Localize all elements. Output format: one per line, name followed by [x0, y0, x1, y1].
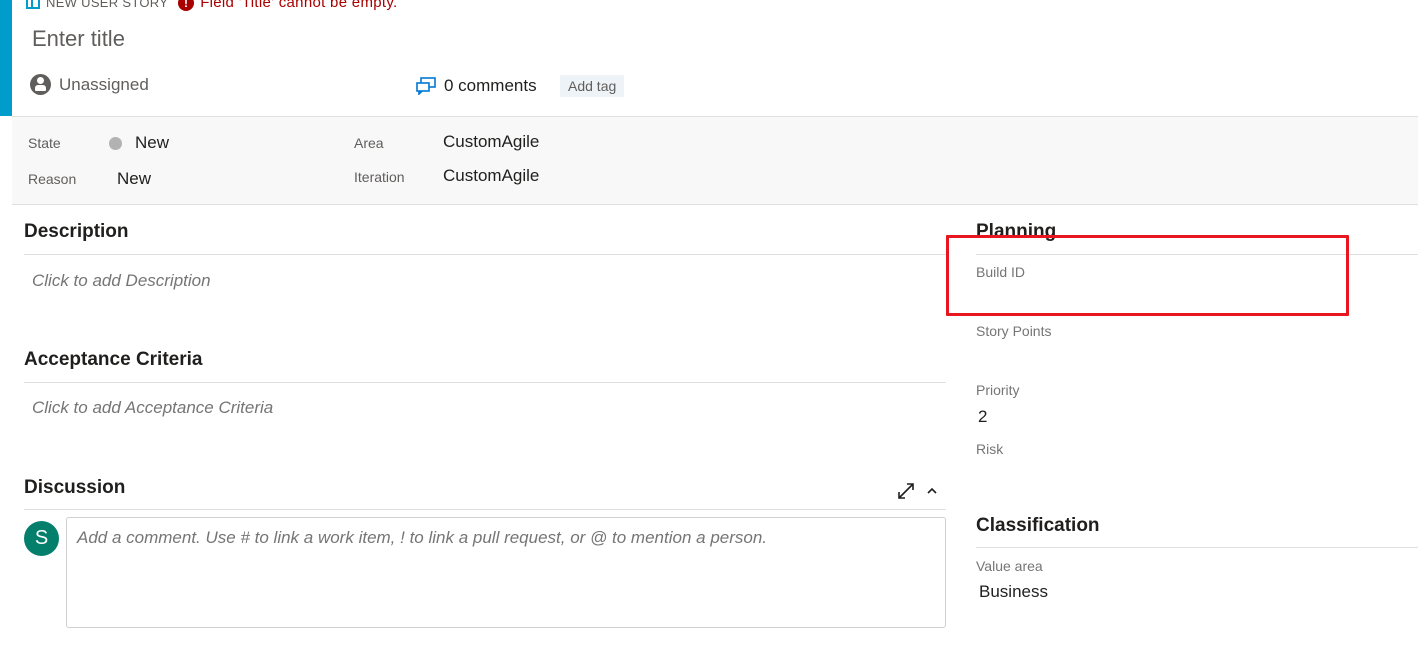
title-error-message: Field 'Title' cannot be empty.	[200, 0, 398, 11]
avatar: S	[24, 521, 59, 556]
description-editor[interactable]: Click to add Description	[32, 271, 211, 291]
area-picker[interactable]: CustomAgile	[443, 132, 539, 152]
iteration-picker[interactable]: CustomAgile	[443, 166, 539, 186]
classification-divider	[976, 547, 1418, 548]
comments-count: 0 comments	[444, 76, 537, 95]
state-dropdown[interactable]: New	[109, 133, 169, 153]
reason-label: Reason	[28, 171, 77, 187]
work-item-type-label: NEW USER STORY	[46, 0, 169, 10]
state-dot-icon	[109, 136, 122, 150]
chevron-up-icon[interactable]	[926, 486, 938, 496]
reason-dropdown[interactable]: New	[117, 169, 151, 189]
value-area-dropdown[interactable]: Business	[979, 582, 1048, 602]
assignee-label: Unassigned	[59, 74, 149, 94]
area-label: Area	[354, 135, 384, 151]
risk-dropdown[interactable]	[976, 462, 1336, 486]
comment-icon	[416, 77, 436, 95]
discussion-divider	[24, 509, 946, 510]
annotation-highlight-box	[946, 235, 1349, 316]
person-icon	[30, 74, 51, 95]
value-area-label: Value area	[976, 558, 1043, 574]
priority-dropdown[interactable]: 2	[978, 407, 987, 427]
state-value: New	[135, 133, 170, 152]
work-item-type-color-bar	[0, 0, 12, 116]
acceptance-criteria-editor[interactable]: Click to add Acceptance Criteria	[32, 398, 273, 418]
state-label: State	[28, 135, 61, 151]
comment-placeholder: Add a comment. Use # to link a work item…	[77, 528, 768, 547]
risk-label: Risk	[976, 441, 1004, 457]
acceptance-criteria-divider	[24, 382, 946, 383]
classification-header[interactable]: Classification	[976, 515, 1100, 537]
work-item-header	[0, 0, 1418, 116]
comment-input[interactable]: Add a comment. Use # to link a work item…	[66, 517, 946, 628]
book-icon	[26, 0, 40, 9]
discussion-header[interactable]: Discussion	[24, 477, 125, 499]
add-tag-button[interactable]: Add tag	[560, 75, 625, 97]
core-fields-strip	[12, 116, 1418, 205]
expand-icon[interactable]	[897, 482, 915, 500]
acceptance-criteria-header[interactable]: Acceptance Criteria	[24, 349, 202, 371]
title-input[interactable]	[32, 26, 832, 52]
description-divider	[24, 254, 946, 255]
work-item-type-row: NEW USER STORY ! Field 'Title' cannot be…	[26, 0, 398, 11]
story-points-input[interactable]	[976, 344, 1336, 368]
description-header[interactable]: Description	[24, 221, 129, 243]
error-icon: !	[178, 0, 195, 11]
story-points-label: Story Points	[976, 323, 1052, 339]
comments-link[interactable]: 0 comments	[416, 76, 537, 96]
assignee-picker[interactable]: Unassigned	[30, 74, 149, 95]
priority-label: Priority	[976, 382, 1020, 398]
iteration-label: Iteration	[354, 169, 405, 185]
